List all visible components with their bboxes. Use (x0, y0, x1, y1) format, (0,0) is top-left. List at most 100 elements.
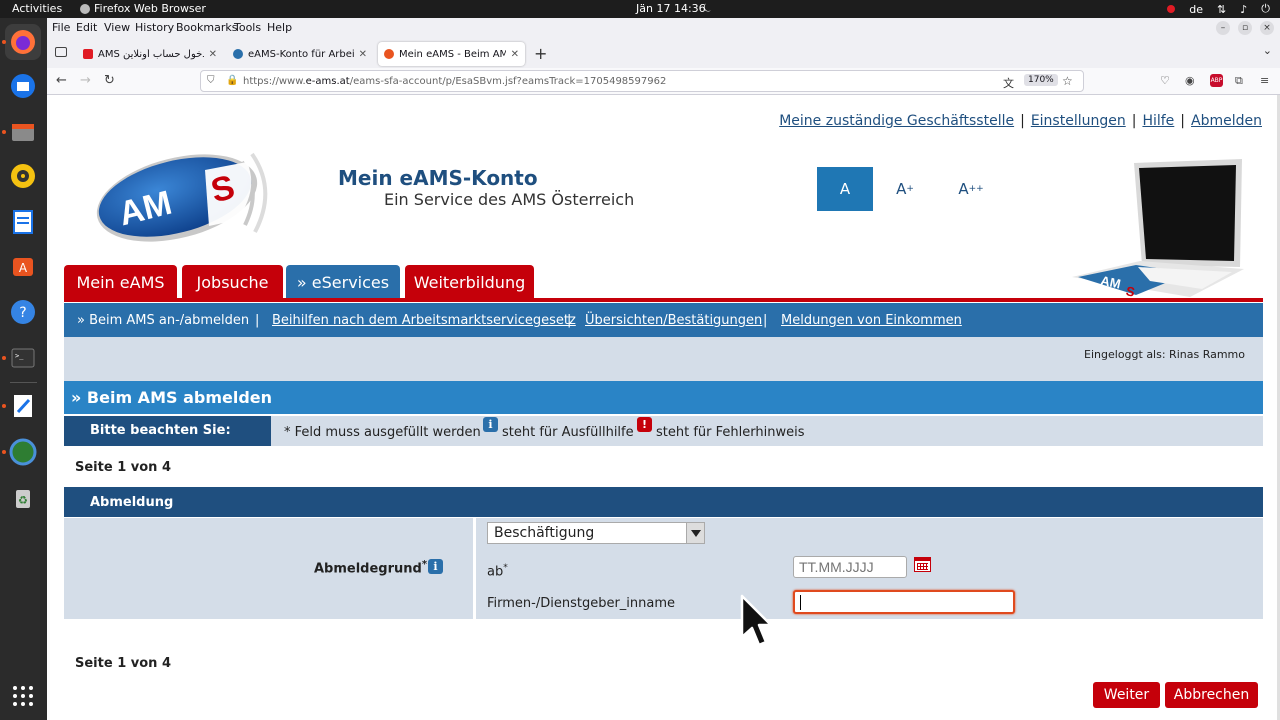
forward-icon[interactable]: → (80, 73, 91, 88)
extensions-icon[interactable]: ⧉ (1235, 74, 1243, 88)
web-page: Meine zuständige Geschäftsstelle | Einstel… (47, 95, 1280, 720)
tab-weiterbildung[interactable]: Weiterbildung (405, 265, 534, 300)
subnav-beihilfen[interactable]: Beihilfen nach dem Arbeitsmarktservicege… (272, 313, 576, 328)
link-abmelden[interactable]: Abmelden (1191, 113, 1262, 129)
notice-required: * Feld muss ausgefüllt werden (284, 425, 481, 440)
terminal-icon[interactable]: >_ (5, 340, 41, 376)
url-text[interactable]: https://www.e-ams.at/eams-sfa-account/p/… (243, 76, 666, 87)
close-tab-icon[interactable]: ✕ (209, 49, 217, 60)
column-divider (473, 518, 476, 619)
clock[interactable]: Jän 17 14:36 (636, 2, 706, 15)
svg-text:?: ? (19, 305, 26, 321)
menu-help[interactable]: Help (267, 21, 292, 34)
menu-history[interactable]: History (135, 21, 174, 34)
menu-edit[interactable]: Edit (76, 21, 97, 34)
abmeldegrund-label: Abmeldegrund* (314, 559, 428, 577)
tab-jobsuche[interactable]: Jobsuche (182, 265, 283, 300)
tab-underline (64, 298, 1263, 302)
power-icon: ⏻ (1261, 2, 1270, 15)
tab-mein-eams-active[interactable]: Mein eAMS - Beim AMS a ✕ (378, 42, 525, 66)
keyboard-layout[interactable]: de (1189, 3, 1203, 16)
adblock-icon[interactable]: ABP (1210, 74, 1223, 87)
top-links: Meine zuständige Geschäftsstelle | Einstel… (779, 113, 1262, 129)
svg-text:AM: AM (1099, 273, 1122, 292)
tab-ams-arabic[interactable]: AMS الدخول حساب أونلاين ✕ (77, 42, 223, 66)
logged-in-user: Eingeloggt als: Rinas Rammo (1084, 348, 1245, 361)
font-size-normal-button[interactable]: A (817, 167, 873, 211)
firefox-dock-icon[interactable] (5, 24, 41, 60)
close-tab-icon[interactable]: ✕ (511, 49, 519, 60)
tab-mein-eams[interactable]: Mein eAMS (64, 265, 177, 300)
zoom-indicator[interactable]: 170% (1024, 74, 1058, 86)
reload-icon[interactable]: ↻ (104, 73, 115, 88)
network-icon: ⇅ (1217, 2, 1227, 16)
error-icon: ! (637, 417, 652, 432)
subnav-current[interactable]: » Beim AMS an-/abmelden (77, 313, 249, 328)
firefox-icon (80, 3, 90, 14)
info-icon: i (483, 417, 498, 432)
laptop-illustration: AM S (1072, 159, 1244, 300)
tab-bar: AMS الدخول حساب أونلاين ✕ eAMS-Konto für… (47, 38, 1280, 68)
trash-icon[interactable]: ♻ (5, 480, 41, 516)
thunderbird-icon[interactable] (5, 68, 41, 104)
writer-icon[interactable] (5, 204, 41, 240)
help-icon[interactable]: ? (5, 294, 41, 330)
list-tabs-icon[interactable]: ⌄ (1263, 44, 1272, 57)
hamburger-menu-icon[interactable]: ≡ (1260, 74, 1269, 87)
tab-eservices[interactable]: » eServices (286, 265, 400, 300)
rhythmbox-icon[interactable] (5, 158, 41, 194)
abbrechen-button[interactable]: Abbrechen (1165, 682, 1258, 708)
text-editor-icon[interactable] (5, 388, 41, 424)
pocket-icon[interactable]: ♡ (1160, 74, 1170, 87)
calendar-icon[interactable] (914, 557, 931, 572)
new-tab-icon[interactable]: + (534, 44, 547, 63)
date-input[interactable] (793, 556, 907, 578)
back-icon[interactable]: ← (56, 73, 67, 88)
close-tab-icon[interactable]: ✕ (359, 49, 367, 60)
menu-file[interactable]: File (52, 21, 70, 34)
page-indicator-top: Seite 1 von 4 (75, 460, 171, 475)
translate-icon[interactable]: 文 (1003, 75, 1014, 91)
ams-logo[interactable]: AM S (87, 140, 287, 250)
maximize-button[interactable]: ▫ (1238, 21, 1252, 35)
app-menu[interactable]: Firefox Web Browser (80, 2, 206, 15)
font-size-xlarge-button[interactable]: A ++ (949, 167, 993, 211)
site-title: Mein eAMS-Konto (338, 166, 538, 190)
account-icon[interactable]: ◉ (1185, 74, 1195, 87)
link-geschaeftsstelle[interactable]: Meine zuständige Geschäftsstelle (779, 113, 1014, 129)
abmeldegrund-info-icon[interactable]: i (428, 559, 443, 574)
date-label: ab* (487, 563, 508, 580)
abmeldegrund-select[interactable]: Beschäftigung (487, 522, 705, 544)
subnav-meldungen[interactable]: Meldungen von Einkommen (781, 313, 962, 328)
files-icon[interactable] (5, 114, 41, 150)
tab-title: eAMS-Konto für Arbeitsu (248, 48, 354, 60)
lock-icon[interactable]: 🔒 (226, 75, 238, 86)
system-tray[interactable]: de ⇅ ♪ ⏻ (1167, 2, 1270, 16)
globe-icon[interactable] (5, 434, 41, 470)
app-grid-icon[interactable] (5, 678, 41, 714)
login-bar: Eingeloggt als: Rinas Rammo (64, 337, 1263, 381)
minimize-button[interactable]: – (1216, 21, 1230, 35)
subnav-separator: | (763, 313, 768, 328)
chevron-down-icon[interactable] (686, 523, 704, 543)
weiter-button[interactable]: Weiter (1093, 682, 1160, 708)
activities-button[interactable]: Activities (12, 2, 62, 15)
svg-text:A: A (19, 261, 28, 275)
firefox-view-icon[interactable] (55, 47, 67, 57)
menu-bookmarks[interactable]: Bookmarks (176, 21, 237, 34)
menu-tools[interactable]: Tools (234, 21, 261, 34)
font-size-large-button[interactable]: A + (887, 167, 923, 211)
bookmark-star-icon[interactable]: ☆ (1062, 74, 1073, 88)
software-icon[interactable]: A (5, 248, 41, 284)
url-bar[interactable]: ⛉ 🔒 https://www.e-ams.at/eams-sfa-accoun… (200, 70, 1084, 92)
tab-eams-konto[interactable]: eAMS-Konto für Arbeitsu ✕ (227, 42, 373, 66)
shield-icon[interactable]: ⛉ (207, 75, 215, 86)
company-input[interactable] (793, 590, 1015, 614)
menu-view[interactable]: View (104, 21, 130, 34)
recording-icon (1167, 5, 1176, 13)
close-window-button[interactable]: × (1260, 21, 1274, 35)
link-einstellungen[interactable]: Einstellungen (1031, 113, 1126, 129)
text-caret (800, 595, 801, 610)
link-hilfe[interactable]: Hilfe (1142, 113, 1174, 129)
subnav-uebersichten[interactable]: Übersichten/Bestätigungen (585, 313, 762, 328)
